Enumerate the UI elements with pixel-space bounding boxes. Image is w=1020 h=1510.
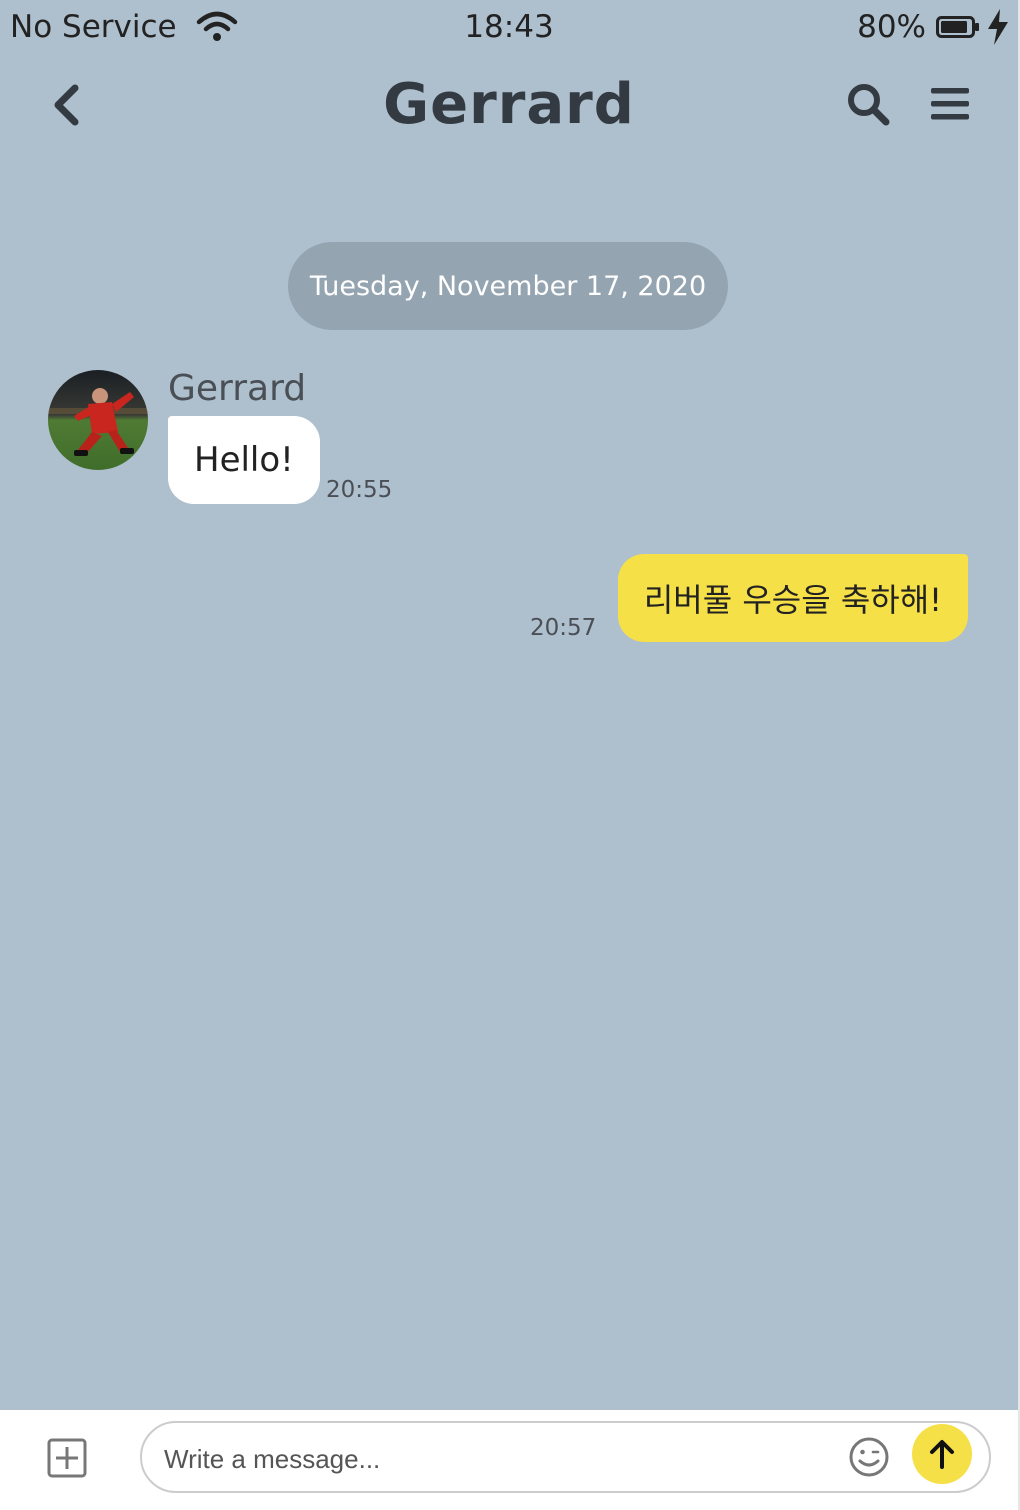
add-attachment-button[interactable] [46, 1437, 88, 1479]
add-square-icon [47, 1438, 87, 1478]
avatar[interactable] [48, 370, 148, 470]
outgoing-message-bubble[interactable]: 리버풀 우승을 축하해! [617, 554, 968, 642]
search-icon [848, 84, 890, 126]
message-composer-bar [0, 1410, 1018, 1510]
status-right: 80% [857, 9, 1010, 45]
menu-button[interactable] [924, 78, 976, 130]
battery-percent: 80% [857, 9, 926, 45]
emoji-icon [849, 1437, 889, 1477]
sender-name: Gerrard [168, 368, 307, 409]
status-bar: No Service 18:43 80% [0, 0, 1018, 58]
message-timestamp: 20:57 [530, 615, 597, 641]
send-button[interactable] [912, 1424, 972, 1484]
message-timestamp: 20:55 [326, 477, 393, 503]
battery-icon [936, 16, 979, 38]
search-button[interactable] [842, 78, 894, 130]
message-input[interactable] [162, 1433, 836, 1485]
date-divider: Tuesday, November 17, 2020 [288, 242, 728, 330]
chat-header: Gerrard [0, 58, 1018, 158]
emoji-button[interactable] [847, 1435, 891, 1479]
charging-bolt-icon [988, 9, 1008, 45]
chat-screen: No Service 18:43 80% Gerrard Tuesday, No… [0, 0, 1020, 1510]
hamburger-menu-icon [931, 88, 969, 120]
composer-field [140, 1421, 991, 1493]
profile-photo [48, 370, 148, 470]
arrow-up-icon [930, 1440, 954, 1469]
incoming-message-bubble[interactable]: Hello! [168, 416, 320, 504]
